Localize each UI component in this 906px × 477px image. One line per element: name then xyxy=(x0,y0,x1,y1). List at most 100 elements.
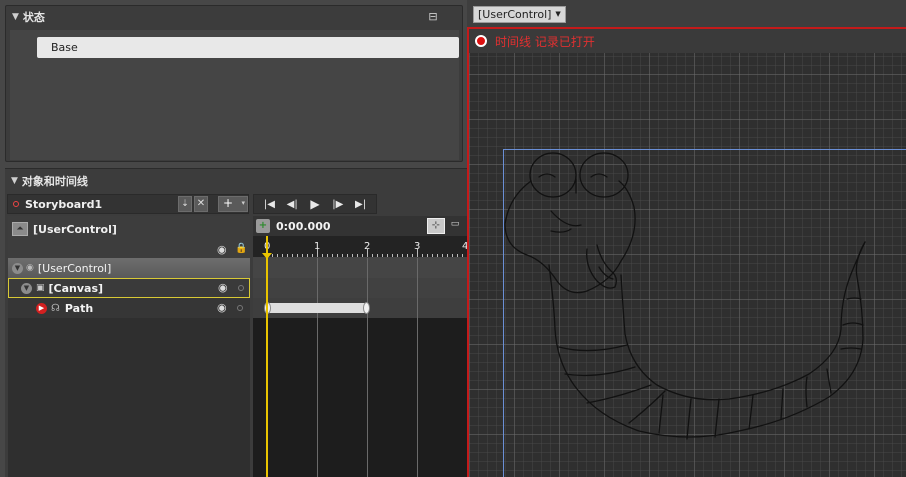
tree-item-usercontrol[interactable]: ▼ ◉ [UserControl] xyxy=(8,258,250,278)
breadcrumb-bar: [UserControl] ▼ xyxy=(467,0,906,27)
states-list: Base xyxy=(10,30,459,160)
timeline-row-usercontrol xyxy=(253,258,467,278)
keyframe-end[interactable] xyxy=(363,302,370,314)
objects-header[interactable]: ▼ 对象和时间线 xyxy=(5,169,467,193)
ruler-tick xyxy=(367,249,368,257)
chevron-down-icon: ▼ xyxy=(555,10,561,18)
ruler-tick xyxy=(422,254,423,257)
first-frame-button[interactable]: |◀ xyxy=(259,199,279,210)
record-indicator-icon xyxy=(13,201,19,207)
animated-marker-icon: ▶ xyxy=(36,302,47,314)
add-state-group-icon[interactable]: ⊟ xyxy=(426,10,440,24)
tree-item-label: [Canvas] xyxy=(48,281,104,295)
eye-icon[interactable]: ◉ xyxy=(217,301,227,314)
ruler-tick xyxy=(332,254,333,257)
record-keyframe-icon[interactable]: + xyxy=(256,219,270,233)
snap-toggle-button[interactable]: ⊹ xyxy=(427,218,445,234)
ruler-tick xyxy=(322,254,323,257)
ruler-tick xyxy=(452,254,453,257)
ruler-tick xyxy=(352,254,353,257)
tree-item-path[interactable]: ▶ ☊ Path ◉ xyxy=(8,298,250,318)
object-tree: ⏶ [UserControl] ◉ 🔒 ▼ ◉ [UserControl] ▼ … xyxy=(8,216,250,477)
ruler-tick xyxy=(432,254,433,257)
ruler-tick xyxy=(292,254,293,257)
root-name: [UserControl] xyxy=(33,222,117,236)
visibility-header: ◉ 🔒 xyxy=(8,242,250,258)
ruler-tick xyxy=(327,254,328,257)
ruler-tick xyxy=(392,254,393,257)
ruler-tick xyxy=(407,254,408,257)
play-button[interactable]: ▶ xyxy=(305,197,325,211)
states-panel: ▼ 状态 ⊟ Base xyxy=(5,5,463,162)
states-header[interactable]: ▼ 状态 xyxy=(6,6,462,28)
ruler-tick xyxy=(387,254,388,257)
tree-item-label: Path xyxy=(64,301,94,315)
expand-icon[interactable]: ▼ xyxy=(12,262,23,274)
second-gridline xyxy=(317,258,318,477)
breadcrumb-label: [UserControl] xyxy=(478,8,552,21)
breadcrumb[interactable]: [UserControl] ▼ xyxy=(473,6,566,23)
last-frame-button[interactable]: ▶| xyxy=(351,199,371,210)
objects-timeline-panel: ▼ 对象和时间线 Storyboard1 ⇣ ✕ + ▾ |◀ ◀| ▶ |▶ ▶… xyxy=(5,168,478,477)
playback-controls: |◀ ◀| ▶ |▶ ▶| xyxy=(253,194,377,214)
time-ruler[interactable]: 0 1 2 3 4 xyxy=(253,236,478,258)
collapse-triangle-icon[interactable]: ▼ xyxy=(11,176,18,186)
ruler-tick xyxy=(347,254,348,257)
objects-title: 对象和时间线 xyxy=(21,175,88,188)
close-storyboard-button[interactable]: ✕ xyxy=(194,196,208,212)
lock-icon[interactable]: 🔒 xyxy=(235,243,247,254)
artboard-pane: [UserControl] ▼ 时间线 记录已打开 xyxy=(467,0,906,477)
eye-icon[interactable]: ◉ xyxy=(217,243,227,256)
states-title: 状态 xyxy=(22,11,45,24)
lock-toggle-icon[interactable] xyxy=(238,285,244,291)
new-storyboard-button[interactable]: + ▾ xyxy=(218,196,248,212)
ruler-tick xyxy=(287,254,288,257)
ruler-tick xyxy=(277,254,278,257)
ruler-tick xyxy=(457,254,458,257)
zoom-ruler-icon[interactable]: ▭ xyxy=(447,219,463,233)
tree-item-canvas[interactable]: ▼ ▣ [Canvas] ◉ xyxy=(8,278,250,298)
ruler-tick xyxy=(447,254,448,257)
collapse-triangle-icon[interactable]: ▼ xyxy=(12,12,19,22)
ruler-tick xyxy=(312,254,313,257)
scope-root[interactable]: ⏶ [UserControl] xyxy=(8,216,250,242)
canvas-icon: ▣ xyxy=(36,283,45,293)
ruler-tick xyxy=(272,254,273,257)
next-frame-button[interactable]: |▶ xyxy=(328,199,348,210)
timeline[interactable]: + 0:00.000 ⊹ ▭ 0 1 2 3 4 xyxy=(253,216,478,477)
animation-span-bar[interactable] xyxy=(267,303,367,313)
previous-frame-button[interactable]: ◀| xyxy=(282,199,302,210)
ruler-tick xyxy=(282,254,283,257)
ruler-tick xyxy=(427,254,428,257)
ruler-tick xyxy=(377,254,378,257)
eye-icon[interactable]: ◉ xyxy=(218,281,228,294)
state-item-base[interactable]: Base xyxy=(37,37,459,58)
artboard[interactable]: 时间线 记录已打开 xyxy=(467,27,906,477)
tree-item-label: [UserControl] xyxy=(37,261,112,275)
ruler-tick xyxy=(342,254,343,257)
eye-icon[interactable]: ◉ xyxy=(26,263,34,273)
chevron-down-icon: ▾ xyxy=(241,199,245,207)
second-gridline xyxy=(417,258,418,477)
left-pane: ▼ 状态 ⊟ Base ▼ 对象和时间线 Storyboard1 ⇣ ✕ + ▾ … xyxy=(0,0,478,477)
ruler-tick xyxy=(362,254,363,257)
playhead[interactable] xyxy=(266,236,268,477)
storyboard-selector[interactable]: Storyboard1 ⇣ ✕ + ▾ xyxy=(7,194,249,214)
timeline-row-canvas xyxy=(253,278,467,298)
ruler-tick xyxy=(307,254,308,257)
scope-up-icon[interactable]: ⏶ xyxy=(12,222,28,236)
ruler-tick xyxy=(317,249,318,257)
path-icon: ☊ xyxy=(51,302,60,314)
ruler-tick xyxy=(442,254,443,257)
expand-icon[interactable]: ▼ xyxy=(21,282,32,294)
ruler-tick xyxy=(437,254,438,257)
ruler-tick xyxy=(297,254,298,257)
storyboard-options-button[interactable]: ⇣ xyxy=(178,196,192,212)
playhead-handle[interactable] xyxy=(262,253,272,259)
snake-drawing[interactable] xyxy=(469,29,906,477)
lock-toggle-icon[interactable] xyxy=(237,305,243,311)
current-time[interactable]: 0:00.000 xyxy=(276,220,331,233)
ruler-tick xyxy=(402,254,403,257)
ruler-tick xyxy=(397,254,398,257)
ruler-tick xyxy=(417,249,418,257)
